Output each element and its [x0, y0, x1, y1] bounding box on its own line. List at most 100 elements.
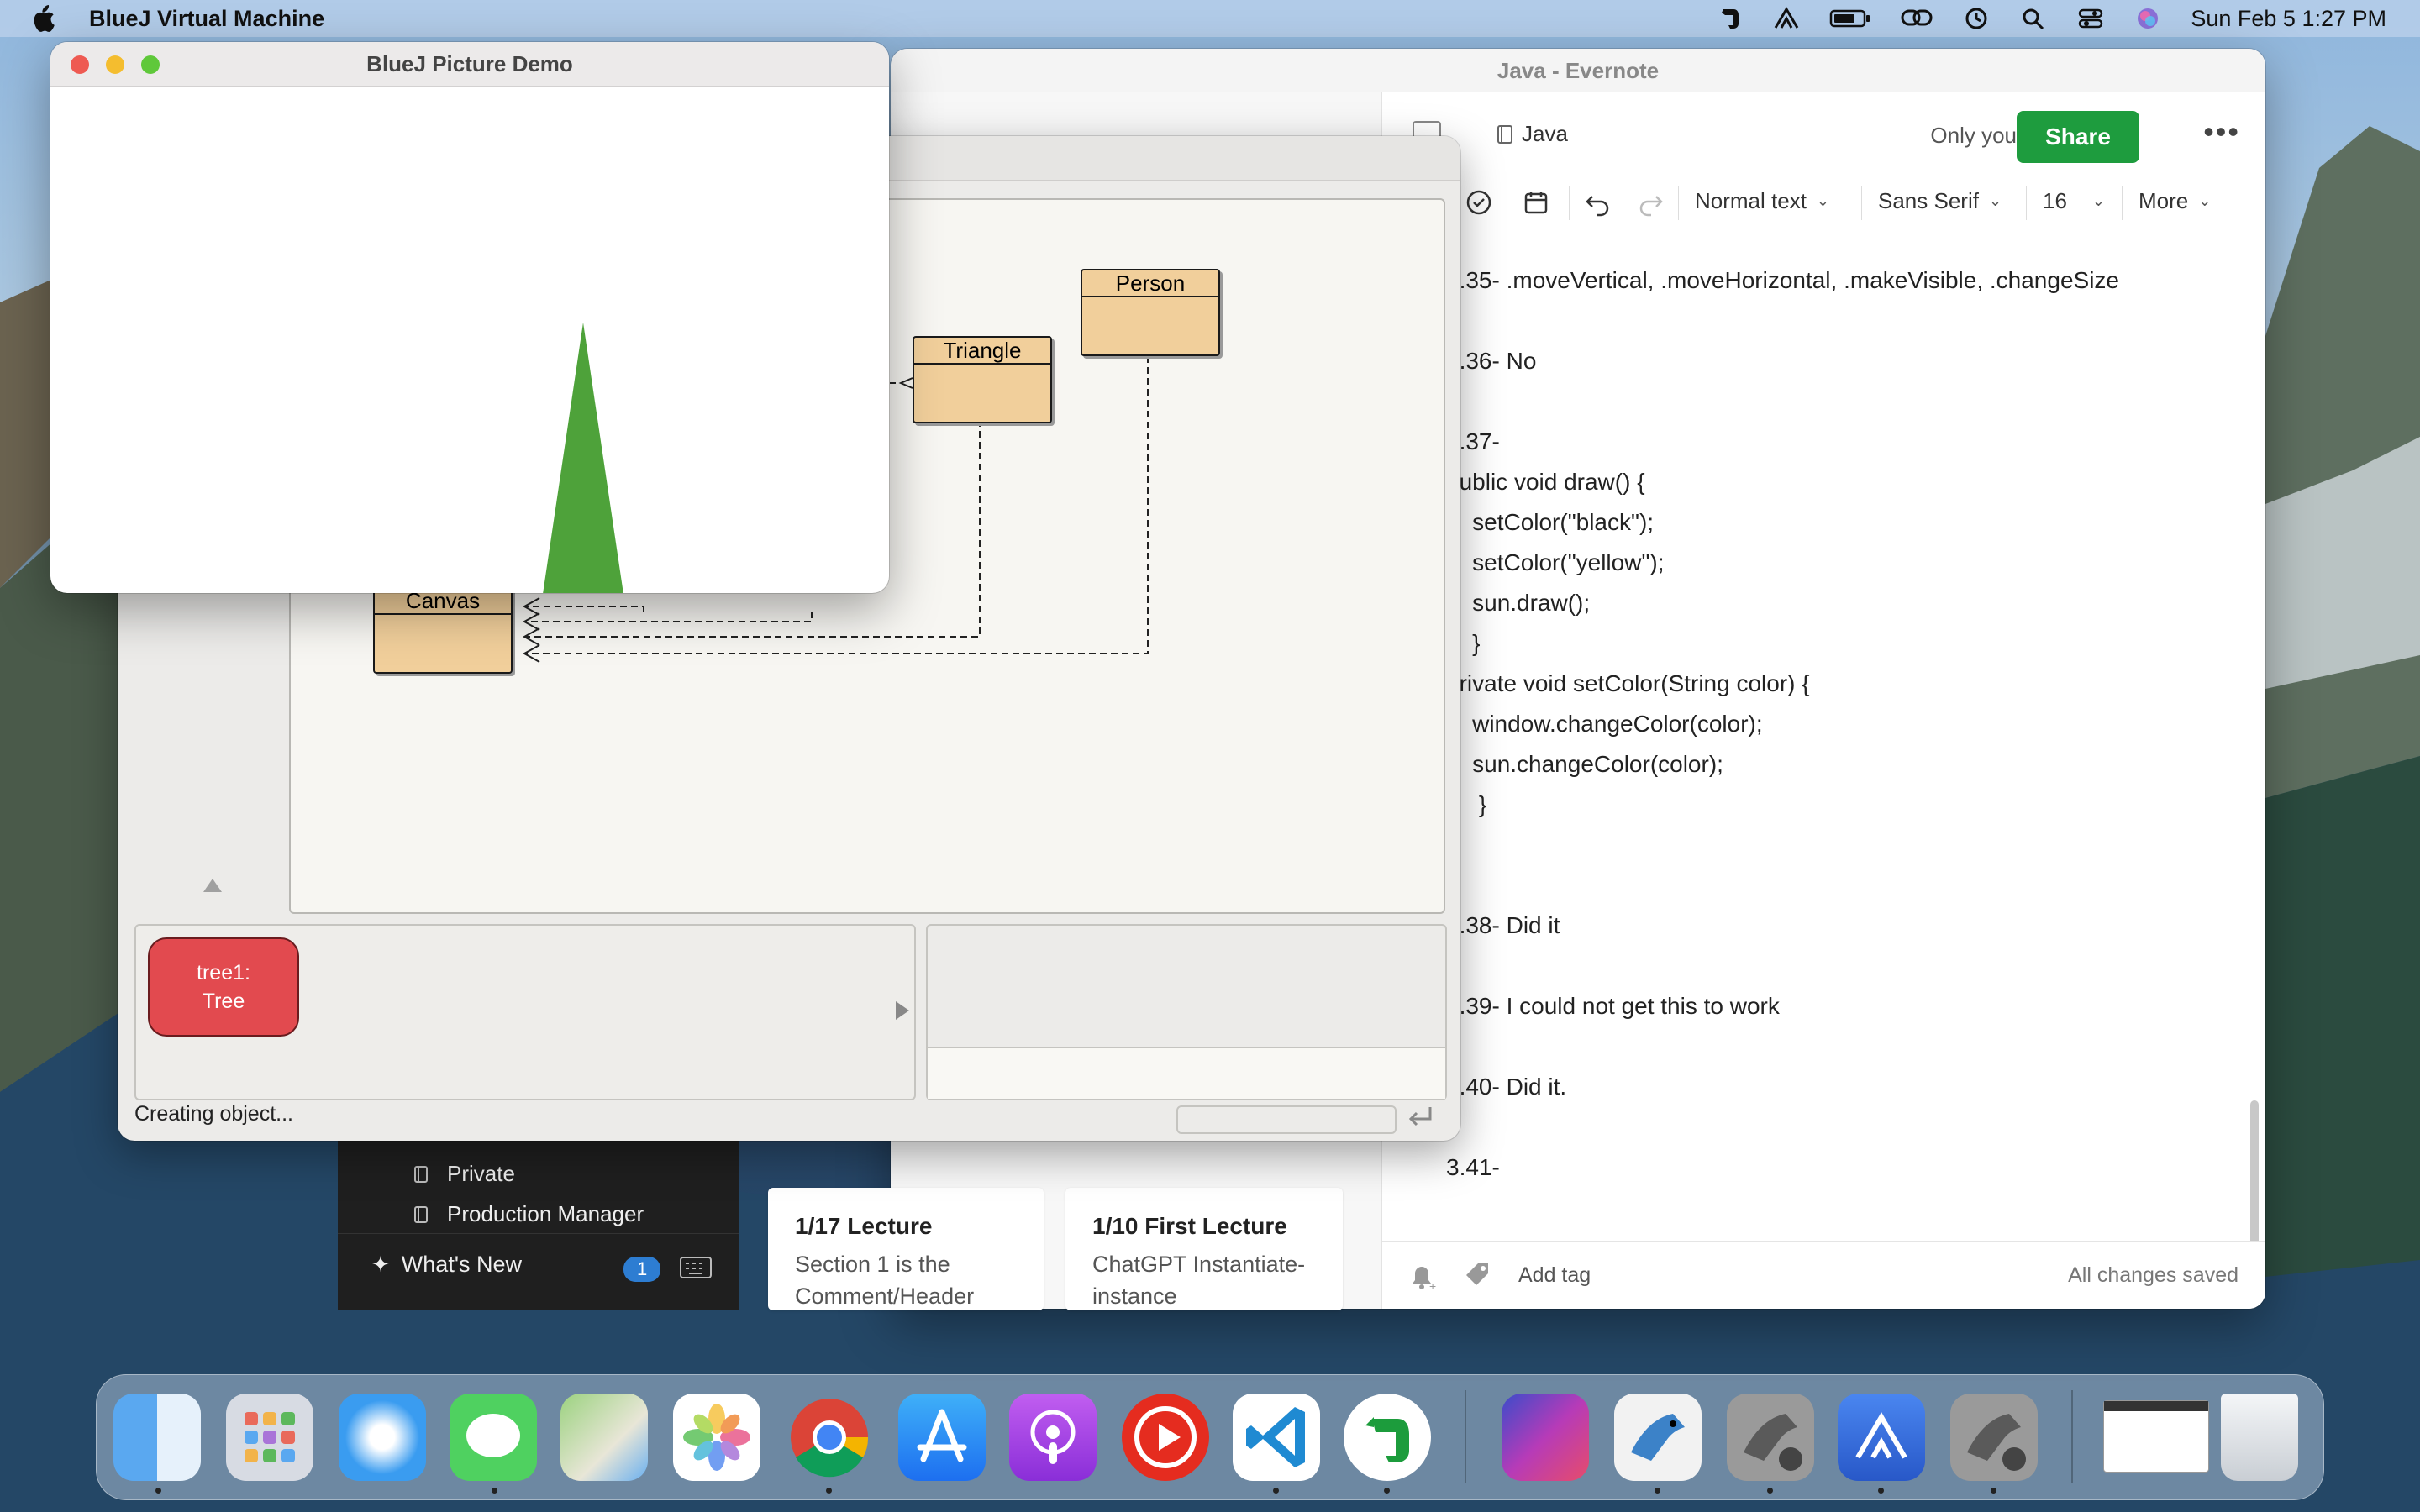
sidebar-item-production-manager[interactable]: Production Manager	[413, 1201, 644, 1227]
note-line: setColor("black");	[1446, 509, 1655, 535]
note-line: sun.draw();	[1446, 590, 1591, 616]
picture-demo-title: BlueJ Picture Demo	[366, 50, 573, 76]
class-person[interactable]: Person	[1081, 269, 1220, 356]
running-indicator	[826, 1488, 832, 1494]
time-machine-icon[interactable]	[1962, 6, 1991, 31]
chevron-down-icon: ⌄	[1816, 192, 1830, 209]
maps-icon[interactable]	[560, 1394, 648, 1481]
reset-vm-icon[interactable]	[1403, 1102, 1437, 1132]
safari-icon[interactable]	[339, 1394, 426, 1481]
toolbar-divider	[1678, 186, 1679, 220]
text-style-value: Normal text	[1695, 188, 1807, 213]
add-tag-icon[interactable]	[1463, 1260, 1497, 1292]
note-line	[1446, 1026, 2215, 1067]
siri-icon[interactable]	[2133, 6, 2162, 31]
bluej-2-icon[interactable]	[1727, 1394, 1814, 1481]
scroll-right-arrow-icon[interactable]	[896, 1001, 909, 1020]
photos-icon[interactable]	[673, 1394, 760, 1481]
note-line	[1446, 825, 2215, 865]
finder-icon[interactable]	[113, 1394, 201, 1481]
note-card-title: 1/17 Lecture	[795, 1213, 933, 1239]
battery-icon[interactable]	[1829, 6, 1871, 31]
picture-canvas	[543, 323, 623, 593]
note-line: 3.41-	[1446, 1154, 1500, 1180]
font-dropdown[interactable]: Sans Serif ⌄	[1878, 188, 2002, 214]
class-triangle[interactable]: Triangle	[913, 336, 1052, 423]
nordvpn-menu-icon[interactable]	[1772, 6, 1801, 31]
messages-icon[interactable]	[450, 1394, 537, 1481]
collapse-arrow-icon[interactable]	[203, 879, 222, 892]
toolbar-divider	[1569, 186, 1570, 220]
note-content[interactable]: 3.35- .moveVertical, .moveHorizontal, .m…	[1446, 260, 2215, 1188]
vscode-icon[interactable]	[1233, 1394, 1320, 1481]
chrome-icon[interactable]	[786, 1394, 873, 1481]
zoom-button[interactable]	[141, 55, 160, 74]
calendar-icon[interactable]	[1522, 188, 1550, 217]
app-store-icon[interactable]	[898, 1394, 986, 1481]
tree-foliage-shape	[543, 323, 623, 593]
notebook-breadcrumb[interactable]: Java	[1497, 121, 1568, 147]
note-line: window.changeColor(color);	[1446, 711, 1763, 737]
object-instance-tree1[interactable]: tree1: Tree	[148, 937, 299, 1037]
control-center-icon[interactable]	[2076, 6, 2105, 31]
running-indicator	[1991, 1488, 1996, 1494]
minimize-button[interactable]	[106, 55, 124, 74]
dock-divider	[2071, 1390, 2073, 1483]
codepad-input[interactable]	[928, 1047, 1445, 1099]
sidebar-item-private[interactable]: Private	[413, 1161, 515, 1187]
whats-new-item[interactable]: ✦ What's New	[371, 1252, 522, 1278]
running-indicator	[492, 1488, 497, 1494]
sidebar-item-label: Private	[447, 1161, 515, 1186]
evernote-menu-icon[interactable]	[1715, 6, 1744, 31]
progress-bar	[1176, 1105, 1397, 1134]
nordvpn-icon[interactable]	[1838, 1394, 1925, 1481]
minimized-window-thumbnail[interactable]	[2103, 1400, 2209, 1473]
redo-icon[interactable]	[1636, 188, 1665, 217]
toolbar-divider	[1861, 186, 1862, 220]
note-line: 3.36- No	[1446, 348, 1537, 374]
share-button[interactable]: Share	[2017, 111, 2139, 163]
keyboard-icon[interactable]	[679, 1255, 713, 1280]
sharing-status[interactable]: Only you	[1930, 123, 2017, 149]
evernote-dock-icon[interactable]	[1344, 1394, 1431, 1481]
running-indicator	[1767, 1488, 1773, 1494]
shortcuts-icon[interactable]	[1502, 1394, 1589, 1481]
notebook-icon	[414, 1165, 428, 1183]
bluej-3-icon[interactable]	[1950, 1394, 2038, 1481]
bluej-icon[interactable]	[1614, 1394, 1702, 1481]
screen-mirroring-icon[interactable]	[1900, 6, 1933, 31]
note-card-snippet: ChatGPT Instantiate- instance	[1092, 1252, 1306, 1309]
podcasts-icon[interactable]	[1009, 1394, 1097, 1481]
undo-icon[interactable]	[1584, 188, 1612, 217]
launchpad-icon[interactable]	[226, 1394, 313, 1481]
menu-clock[interactable]: Sun Feb 5 1:27 PM	[2191, 6, 2386, 32]
close-button[interactable]	[71, 55, 89, 74]
reminder-bell-icon[interactable]: +	[1406, 1262, 1439, 1292]
status-message: Creating object...	[134, 1102, 293, 1126]
codepad-area	[926, 924, 1447, 1100]
trash-icon[interactable]	[2221, 1394, 2298, 1481]
note-line	[1446, 1107, 2215, 1147]
note-line: sun.changeColor(color);	[1446, 751, 1723, 777]
note-editor: Java Only you Share ••• Normal text ⌄ Sa…	[1381, 92, 2265, 1309]
more-options-icon[interactable]: •••	[2203, 114, 2240, 150]
checklist-icon[interactable]	[1465, 188, 1493, 217]
note-card[interactable]: 1/17 Lecture Section 1 is the Comment/He…	[768, 1188, 1044, 1310]
class-name: Triangle	[914, 338, 1050, 365]
note-line: 3.37-	[1446, 428, 1500, 454]
text-style-dropdown[interactable]: Normal text ⌄	[1695, 188, 1829, 214]
youtube-icon[interactable]	[1122, 1394, 1209, 1481]
note-card[interactable]: 1/10 First Lecture ChatGPT Instantiate- …	[1065, 1188, 1343, 1310]
toolbar-divider	[2026, 186, 2027, 220]
note-card-title: 1/10 First Lecture	[1092, 1213, 1287, 1239]
more-formatting-dropdown[interactable]: More ⌄	[2139, 188, 2211, 214]
apple-menu-icon[interactable]	[30, 5, 55, 32]
font-size-dropdown[interactable]: 16 ⌄	[2043, 188, 2105, 214]
add-tag-label[interactable]: Add tag	[1518, 1263, 1591, 1288]
class-canvas[interactable]: Canvas	[373, 586, 513, 674]
chevron-down-icon: ⌄	[1988, 192, 2002, 209]
class-name: Person	[1082, 270, 1218, 297]
spotlight-search-icon[interactable]	[2019, 6, 2048, 31]
picture-demo-title-bar: BlueJ Picture Demo	[50, 42, 889, 87]
active-app-name[interactable]: BlueJ Virtual Machine	[89, 6, 324, 32]
